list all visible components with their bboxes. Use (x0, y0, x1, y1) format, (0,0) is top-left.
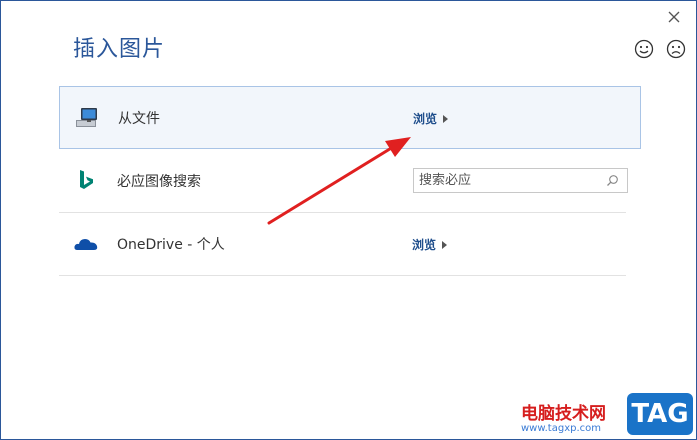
browse-onedrive-link[interactable]: 浏览 (412, 236, 448, 253)
smile-icon (634, 39, 654, 59)
close-button[interactable] (663, 6, 685, 28)
triangle-right-icon (443, 114, 449, 123)
smile-feedback-button[interactable] (633, 38, 655, 60)
watermark-site-name: 电脑技术网 (521, 404, 606, 424)
browse-file-link[interactable]: 浏览 (413, 110, 449, 127)
row-onedrive[interactable]: OneDrive - 个人 浏览 (59, 213, 626, 276)
insert-picture-dialog: 插入图片 从文件 浏览 必应图像搜索 搜索必应 OneDrive - 个人 浏览… (0, 0, 697, 440)
triangle-right-icon (442, 240, 448, 249)
from-file-label: 从文件 (118, 111, 160, 127)
row-bing-search: 必应图像搜索 (59, 150, 628, 213)
onedrive-label: OneDrive - 个人 (117, 237, 225, 253)
computer-icon (74, 105, 100, 131)
close-icon (668, 11, 680, 23)
bing-search-box[interactable] (413, 168, 628, 193)
browse-label: 浏览 (413, 112, 438, 126)
watermark-url: www.tagxp.com (521, 423, 601, 434)
frown-icon (666, 39, 686, 59)
onedrive-icon (73, 231, 99, 257)
bing-search-label: 必应图像搜索 (117, 174, 201, 190)
browse-label: 浏览 (412, 238, 437, 252)
bing-icon (73, 168, 99, 194)
watermark: 电脑技术网 www.tagxp.com TAG (521, 389, 696, 439)
frown-feedback-button[interactable] (665, 38, 687, 60)
watermark-tag-logo: TAG (627, 393, 693, 435)
row-from-file[interactable]: 从文件 浏览 (59, 86, 641, 149)
dialog-title: 插入图片 (73, 37, 166, 62)
bing-search-input[interactable] (414, 169, 599, 192)
search-icon[interactable] (606, 174, 619, 187)
